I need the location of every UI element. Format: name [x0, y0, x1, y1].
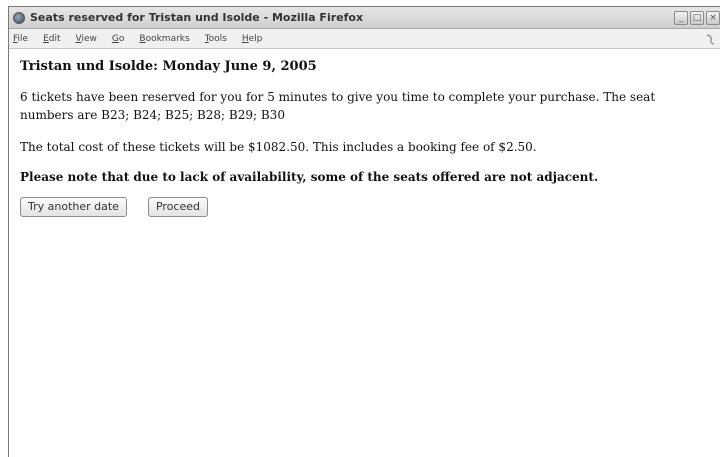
menu-tools[interactable]: Tools [205, 34, 227, 44]
window-controls: _ □ × [674, 10, 720, 25]
menu-bookmarks[interactable]: Bookmarks [139, 34, 189, 44]
page-heading: Tristan und Isolde: Monday June 9, 2005 [20, 59, 317, 74]
availability-notice: Please note that due to lack of availabi… [20, 170, 599, 184]
window-title: Seats reserved for Tristan und Isolde - … [30, 11, 364, 24]
menu-go[interactable]: Go [112, 34, 125, 44]
firefox-icon [13, 11, 25, 24]
title-bar: Seats reserved for Tristan und Isolde - … [9, 7, 720, 29]
page-content: Tristan und Isolde: Monday June 9, 2005 … [9, 49, 720, 217]
menu-bar: File Edit View Go Bookmarks Tools Help [9, 29, 720, 49]
maximize-button[interactable]: □ [690, 10, 704, 25]
menu-file[interactable]: File [13, 34, 28, 44]
close-button[interactable]: × [706, 10, 720, 25]
browser-window: Seats reserved for Tristan und Isolde - … [8, 6, 720, 457]
try-another-date-button[interactable]: Try another date [20, 197, 127, 217]
menu-edit[interactable]: Edit [43, 34, 60, 44]
action-buttons: Try another date Proceed [20, 197, 710, 217]
proceed-button[interactable]: Proceed [147, 197, 208, 217]
reservation-text: 6 tickets have been reserved for you for… [20, 90, 656, 122]
cost-text: The total cost of these tickets will be … [20, 140, 537, 154]
menu-help[interactable]: Help [242, 34, 263, 44]
menu-view[interactable]: View [76, 34, 97, 44]
throbber-icon [706, 34, 715, 45]
minimize-button[interactable]: _ [674, 10, 688, 25]
